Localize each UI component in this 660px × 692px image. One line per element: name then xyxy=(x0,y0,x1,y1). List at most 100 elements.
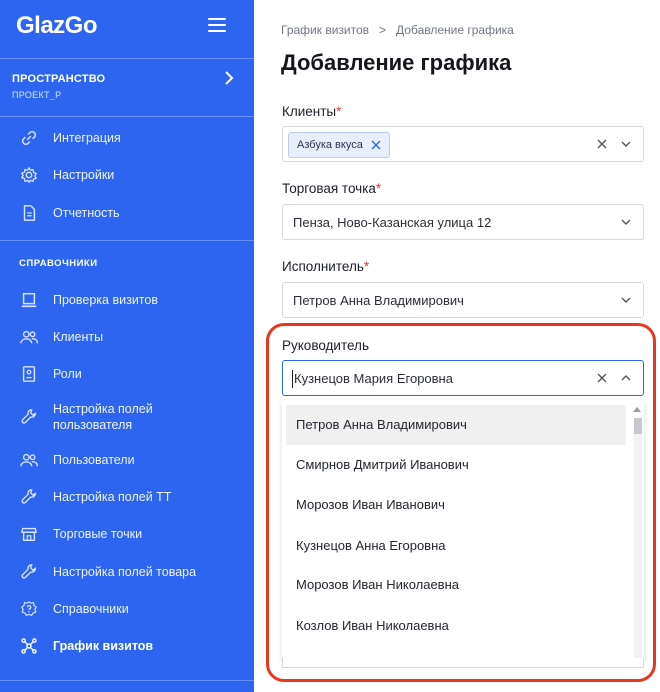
chevron-down-icon[interactable] xyxy=(621,217,631,227)
sidebar-item-label: Интеграция xyxy=(53,131,121,145)
sidebar-item-label: Настройка полей ТТ xyxy=(53,490,172,504)
gear-icon xyxy=(19,165,39,185)
workspace-subtitle: ПРОЕКТ_Р xyxy=(12,90,62,100)
chevron-down-icon[interactable] xyxy=(621,295,631,305)
sidebar-item-user-fields[interactable]: Настройка полей пользователя xyxy=(0,400,254,434)
sidebar-item-label: Настройка полей пользователя xyxy=(53,402,153,432)
sidebar-item-label: Клиенты xyxy=(53,330,104,344)
sidebar-item-label: График визитов xyxy=(53,639,154,653)
document-icon xyxy=(19,203,39,223)
sidebar-item-label: Пользователи xyxy=(53,453,135,467)
next-field-edge xyxy=(282,658,644,668)
link-icon xyxy=(19,128,39,148)
sidebar-item-store-fields[interactable]: Настройка полей ТТ xyxy=(0,487,254,507)
sidebar-item-stores[interactable]: Торговые точки xyxy=(0,524,254,544)
sidebar-item-roles[interactable]: Роли xyxy=(0,364,254,384)
sidebar-item-clients[interactable]: Клиенты xyxy=(0,327,254,347)
sidebar-item-label: Настройки xyxy=(53,168,115,182)
dropdown-option[interactable]: Смирнов Дмитрий Иванович xyxy=(286,445,626,485)
manager-value: Кузнецов Мария Егоровна xyxy=(294,371,453,386)
scrollbar[interactable] xyxy=(632,406,642,660)
menu-icon[interactable] xyxy=(208,18,226,32)
id-card-icon xyxy=(19,364,39,384)
dropdown-option[interactable]: Козлов Иван Николаевна xyxy=(286,606,626,646)
option-label: Морозов Иван Николаевна xyxy=(296,577,459,592)
required-mark: * xyxy=(375,181,382,196)
sidebar-item-visit-check[interactable]: Проверка визитов xyxy=(0,290,254,310)
sidebar-item-label: Роли xyxy=(53,367,82,381)
text-caret xyxy=(292,370,293,388)
sidebar-item-settings[interactable]: Настройки xyxy=(0,165,254,185)
manager-select[interactable]: Кузнецов Мария Егоровна xyxy=(282,360,644,396)
sidebar-item-users[interactable]: Пользователи xyxy=(0,450,254,470)
clients-label: Клиенты* xyxy=(282,104,341,119)
store-label: Торговая точка* xyxy=(282,181,381,196)
executor-label: Исполнитель* xyxy=(282,259,369,274)
dropdown-option[interactable]: Петров Анна Владимирович xyxy=(286,405,626,445)
close-icon[interactable] xyxy=(371,140,381,150)
divider xyxy=(0,116,254,117)
wrench-icon xyxy=(19,487,39,507)
chevron-up-icon[interactable] xyxy=(621,373,631,383)
executor-label-text: Исполнитель xyxy=(282,259,364,274)
sidebar-item-product-fields[interactable]: Настройка полей товара xyxy=(0,562,254,582)
wrench-icon xyxy=(19,562,39,582)
store-select[interactable]: Пенза, Ново-Казанская улица 12 xyxy=(282,204,644,240)
workspace-selector[interactable]: ПРОСТРАНСТВО ПРОЕКТ_Р xyxy=(0,58,254,116)
required-mark: * xyxy=(363,259,370,274)
sidebar-item-label: Справочники xyxy=(53,602,129,616)
app-logo: GlazGo xyxy=(16,12,98,39)
laptop-icon xyxy=(19,290,39,310)
clear-icon[interactable] xyxy=(595,371,609,385)
divider xyxy=(0,240,254,241)
breadcrumb-separator: > xyxy=(379,23,387,37)
section-title: СПРАВОЧНИКИ xyxy=(19,258,98,269)
sidebar-item-visit-schedule[interactable]: График визитов xyxy=(0,636,254,656)
nodes-icon xyxy=(19,636,39,656)
store-value: Пенза, Ново-Казанская улица 12 xyxy=(293,215,492,230)
breadcrumb-current: Добавление графика xyxy=(396,23,514,37)
scroll-up-icon[interactable] xyxy=(633,406,641,412)
required-mark: * xyxy=(336,104,342,119)
sidebar-item-label: Настройка полей товара xyxy=(53,565,197,579)
users-icon xyxy=(19,450,39,470)
sidebar-item-label: Торговые точки xyxy=(53,527,143,541)
clients-select[interactable]: Азбука вкуса xyxy=(282,126,644,162)
chevron-down-icon[interactable] xyxy=(621,139,631,149)
sidebar-item-directories[interactable]: Справочники xyxy=(0,599,254,619)
breadcrumb-link[interactable]: График визитов xyxy=(281,23,369,37)
wrench-icon xyxy=(19,407,39,427)
option-label: Морозов Иван Иванович xyxy=(296,497,445,512)
sidebar-item-label: Отчетность xyxy=(53,206,120,220)
chevron-right-icon xyxy=(224,71,234,90)
dropdown-option[interactable]: Кузнецов Анна Егоровна xyxy=(286,526,626,566)
dropdown-option[interactable]: Морозов Иван Иванович xyxy=(286,485,626,525)
option-label: Смирнов Дмитрий Иванович xyxy=(296,457,469,472)
client-tag-label: Азбука вкуса xyxy=(297,139,363,151)
option-label: Петров Анна Владимирович xyxy=(296,417,467,432)
option-label: Кузнецов Анна Егоровна xyxy=(296,538,446,553)
help-icon xyxy=(19,599,39,619)
scrollbar-thumb[interactable] xyxy=(634,418,642,434)
sidebar: GlazGo ПРОСТРАНСТВО ПРОЕКТ_Р Интеграция … xyxy=(0,0,254,692)
scrollbar-track xyxy=(634,434,642,660)
clear-icon[interactable] xyxy=(595,137,609,151)
option-label: Козлов Иван Николаевна xyxy=(296,618,449,633)
executor-value: Петров Анна Владимирович xyxy=(293,293,464,308)
sidebar-item-reports[interactable]: Отчетность xyxy=(0,203,254,223)
manager-dropdown: Петров Анна Владимирович Смирнов Дмитрий… xyxy=(282,400,644,660)
clients-label-text: Клиенты xyxy=(282,104,337,119)
clients-icon xyxy=(19,327,39,347)
store-icon xyxy=(19,524,39,544)
client-tag: Азбука вкуса xyxy=(288,132,390,158)
store-label-text: Торговая точка xyxy=(282,181,376,196)
executor-select[interactable]: Петров Анна Владимирович xyxy=(282,282,644,318)
divider xyxy=(0,680,254,681)
breadcrumb: График визитов > Добавление графика xyxy=(281,23,514,37)
manager-label: Руководитель xyxy=(282,338,369,353)
workspace-title: ПРОСТРАНСТВО xyxy=(12,73,106,85)
sidebar-item-integration[interactable]: Интеграция xyxy=(0,128,254,148)
page-title: Добавление графика xyxy=(281,50,512,75)
sidebar-item-label: Проверка визитов xyxy=(53,293,158,307)
dropdown-option[interactable]: Морозов Иван Николаевна xyxy=(286,565,626,605)
